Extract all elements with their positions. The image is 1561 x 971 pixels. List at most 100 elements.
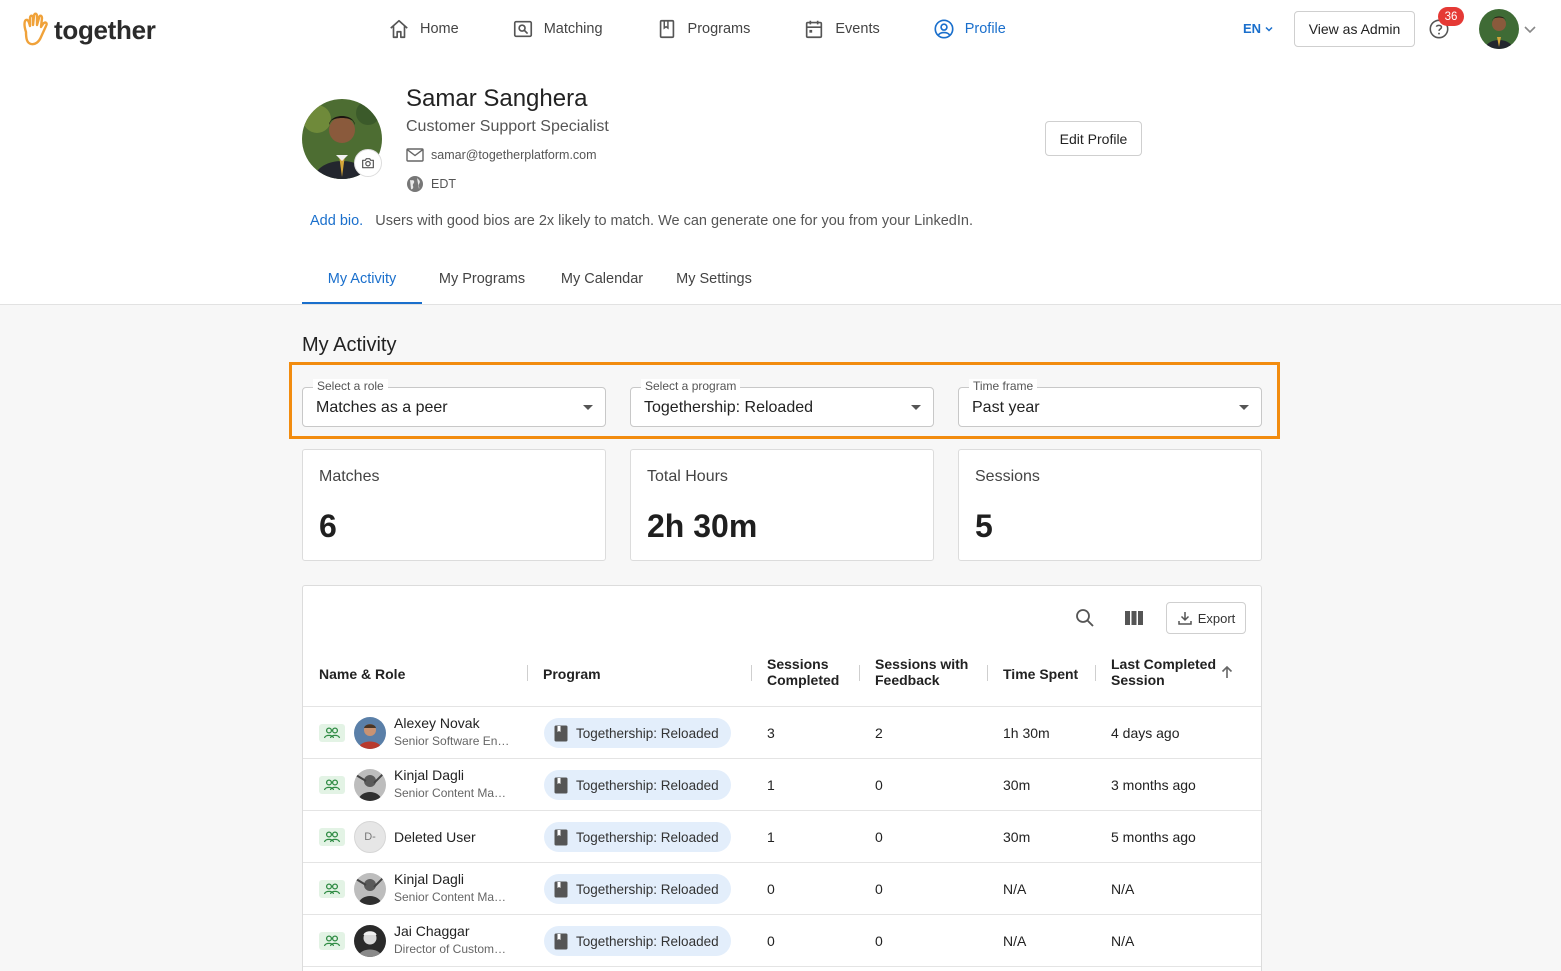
sort-ascending-icon[interactable] bbox=[1219, 664, 1235, 680]
columns-icon[interactable] bbox=[1124, 609, 1144, 627]
bio-prompt: Add bio. Users with good bios are 2x lik… bbox=[310, 213, 973, 229]
camera-icon bbox=[362, 158, 374, 169]
download-icon bbox=[1177, 612, 1192, 625]
role-select-label: Select a role bbox=[313, 379, 388, 393]
member-name[interactable]: Jai Chaggar bbox=[394, 923, 470, 939]
member-name[interactable]: Deleted User bbox=[394, 829, 476, 845]
stat-card-sessions: Sessions 5 bbox=[958, 449, 1262, 561]
edit-profile-button[interactable]: Edit Profile bbox=[1045, 121, 1142, 156]
together-logo[interactable]: together bbox=[20, 12, 156, 48]
program-book-icon bbox=[554, 725, 568, 741]
program-chip[interactable]: Togethership: Reloaded bbox=[544, 822, 731, 852]
dropdown-arrow-icon bbox=[583, 405, 593, 410]
profile-tabs: My Activity My Programs My Calendar My S… bbox=[302, 258, 766, 304]
stat-label: Sessions bbox=[975, 468, 1040, 485]
nav-home[interactable]: Home bbox=[388, 16, 459, 42]
program-book-icon bbox=[554, 829, 568, 845]
add-bio-link[interactable]: Add bio. bbox=[310, 213, 363, 229]
tab-my-settings[interactable]: My Settings bbox=[662, 258, 766, 304]
table-row[interactable]: Alexey Novak Senior Software En… Togethe… bbox=[303, 706, 1261, 758]
header-line: Sessions with bbox=[875, 656, 969, 672]
column-header-program[interactable]: Program bbox=[543, 666, 601, 682]
avatar bbox=[354, 925, 386, 957]
nav-programs[interactable]: Programs bbox=[656, 16, 750, 42]
tab-my-activity[interactable]: My Activity bbox=[302, 258, 422, 304]
profile-email-text: samar@togetherplatform.com bbox=[431, 148, 597, 162]
column-header-sessions-feedback[interactable]: Sessions with Feedback bbox=[875, 656, 968, 688]
mail-icon bbox=[406, 148, 424, 162]
time-spent-cell: 1h 30m bbox=[1003, 725, 1050, 741]
member-name[interactable]: Alexey Novak bbox=[394, 715, 480, 731]
column-divider[interactable] bbox=[527, 665, 528, 681]
member-name[interactable]: Kinjal Dagli bbox=[394, 871, 464, 887]
nav-events[interactable]: Events bbox=[803, 16, 880, 42]
account-chevron-down-icon[interactable] bbox=[1523, 22, 1537, 36]
table-row[interactable]: Kinjal Dagli Senior Content Ma… Together… bbox=[303, 862, 1261, 914]
column-header-time-spent[interactable]: Time Spent bbox=[1003, 666, 1078, 682]
column-divider[interactable] bbox=[751, 665, 752, 681]
table-row[interactable]: Jai Chaggar Director of Custom… Together… bbox=[303, 914, 1261, 966]
header-line: Session bbox=[1111, 672, 1165, 688]
search-icon[interactable] bbox=[1075, 608, 1095, 628]
filter-highlight: Select a role Matches as a peer Select a… bbox=[289, 362, 1280, 439]
program-chip-label: Togethership: Reloaded bbox=[576, 881, 719, 897]
nav-profile[interactable]: Profile bbox=[933, 16, 1006, 42]
column-divider[interactable] bbox=[859, 665, 860, 681]
last-completed-cell: 5 months ago bbox=[1111, 829, 1196, 845]
program-chip-label: Togethership: Reloaded bbox=[576, 933, 719, 949]
brand-name: together bbox=[54, 14, 156, 45]
member-name[interactable]: Kinjal Dagli bbox=[394, 767, 464, 783]
time-frame-select-value: Past year bbox=[972, 399, 1040, 416]
language-selector[interactable]: EN bbox=[1243, 21, 1274, 36]
time-spent-cell: 30m bbox=[1003, 777, 1031, 793]
program-chip[interactable]: Togethership: Reloaded bbox=[544, 874, 731, 904]
header-line: Completed bbox=[767, 672, 840, 688]
table-row[interactable]: D- Deleted User Togethership: Reloaded 1… bbox=[303, 810, 1261, 862]
role-select-value: Matches as a peer bbox=[316, 399, 448, 416]
programs-icon bbox=[659, 19, 674, 39]
bio-hint-text: Users with good bios are 2x likely to ma… bbox=[375, 213, 973, 229]
header-line: Feedback bbox=[875, 672, 940, 688]
time-frame-select-label: Time frame bbox=[969, 379, 1038, 393]
tab-my-calendar[interactable]: My Calendar bbox=[542, 258, 662, 304]
notification-badge: 36 bbox=[1438, 7, 1464, 26]
table-row[interactable]: Kinjal Dagli Senior Content Ma… Together… bbox=[303, 758, 1261, 810]
last-completed-cell: N/A bbox=[1111, 881, 1135, 897]
nav-home-label: Home bbox=[420, 21, 459, 37]
header-line: Sessions bbox=[767, 656, 829, 672]
last-completed-cell: 4 days ago bbox=[1111, 725, 1180, 741]
column-header-last-completed[interactable]: Last Completed Session bbox=[1111, 656, 1216, 688]
stat-label: Matches bbox=[319, 468, 380, 485]
view-as-admin-button[interactable]: View as Admin bbox=[1294, 11, 1415, 47]
tab-my-programs[interactable]: My Programs bbox=[422, 258, 542, 304]
column-divider[interactable] bbox=[987, 665, 988, 681]
program-chip[interactable]: Togethership: Reloaded bbox=[544, 718, 731, 748]
column-divider[interactable] bbox=[1095, 665, 1096, 681]
program-chip[interactable]: Togethership: Reloaded bbox=[544, 926, 731, 956]
time-frame-select[interactable]: Time frame Past year bbox=[958, 379, 1262, 427]
column-header-name-role[interactable]: Name & Role bbox=[319, 666, 405, 682]
avatar bbox=[354, 717, 386, 749]
nav-events-label: Events bbox=[835, 21, 880, 37]
stat-value: 2h 30m bbox=[647, 508, 758, 544]
nav-matching[interactable]: Matching bbox=[512, 16, 603, 42]
last-completed-cell: N/A bbox=[1111, 933, 1135, 949]
avatar bbox=[354, 873, 386, 905]
activity-table: Export Name & Role Program Sessions Comp… bbox=[302, 585, 1262, 971]
sessions-completed-cell: 3 bbox=[767, 725, 775, 741]
export-button[interactable]: Export bbox=[1166, 602, 1246, 634]
matching-icon bbox=[513, 20, 532, 38]
program-chip[interactable]: Togethership: Reloaded bbox=[544, 770, 731, 800]
program-chip-label: Togethership: Reloaded bbox=[576, 829, 719, 845]
change-photo-button[interactable] bbox=[354, 149, 382, 177]
table-row[interactable] bbox=[303, 966, 1261, 971]
member-role: Senior Content Ma… bbox=[394, 786, 507, 800]
dropdown-arrow-icon bbox=[911, 405, 921, 410]
sessions-feedback-cell: 0 bbox=[875, 881, 883, 897]
program-select[interactable]: Select a program Togethership: Reloaded bbox=[630, 379, 934, 427]
role-select[interactable]: Select a role Matches as a peer bbox=[302, 379, 606, 427]
sessions-completed-cell: 1 bbox=[767, 829, 775, 845]
user-avatar[interactable] bbox=[1479, 9, 1519, 49]
stat-value: 6 bbox=[319, 508, 337, 544]
column-header-sessions-completed[interactable]: Sessions Completed bbox=[767, 656, 839, 688]
